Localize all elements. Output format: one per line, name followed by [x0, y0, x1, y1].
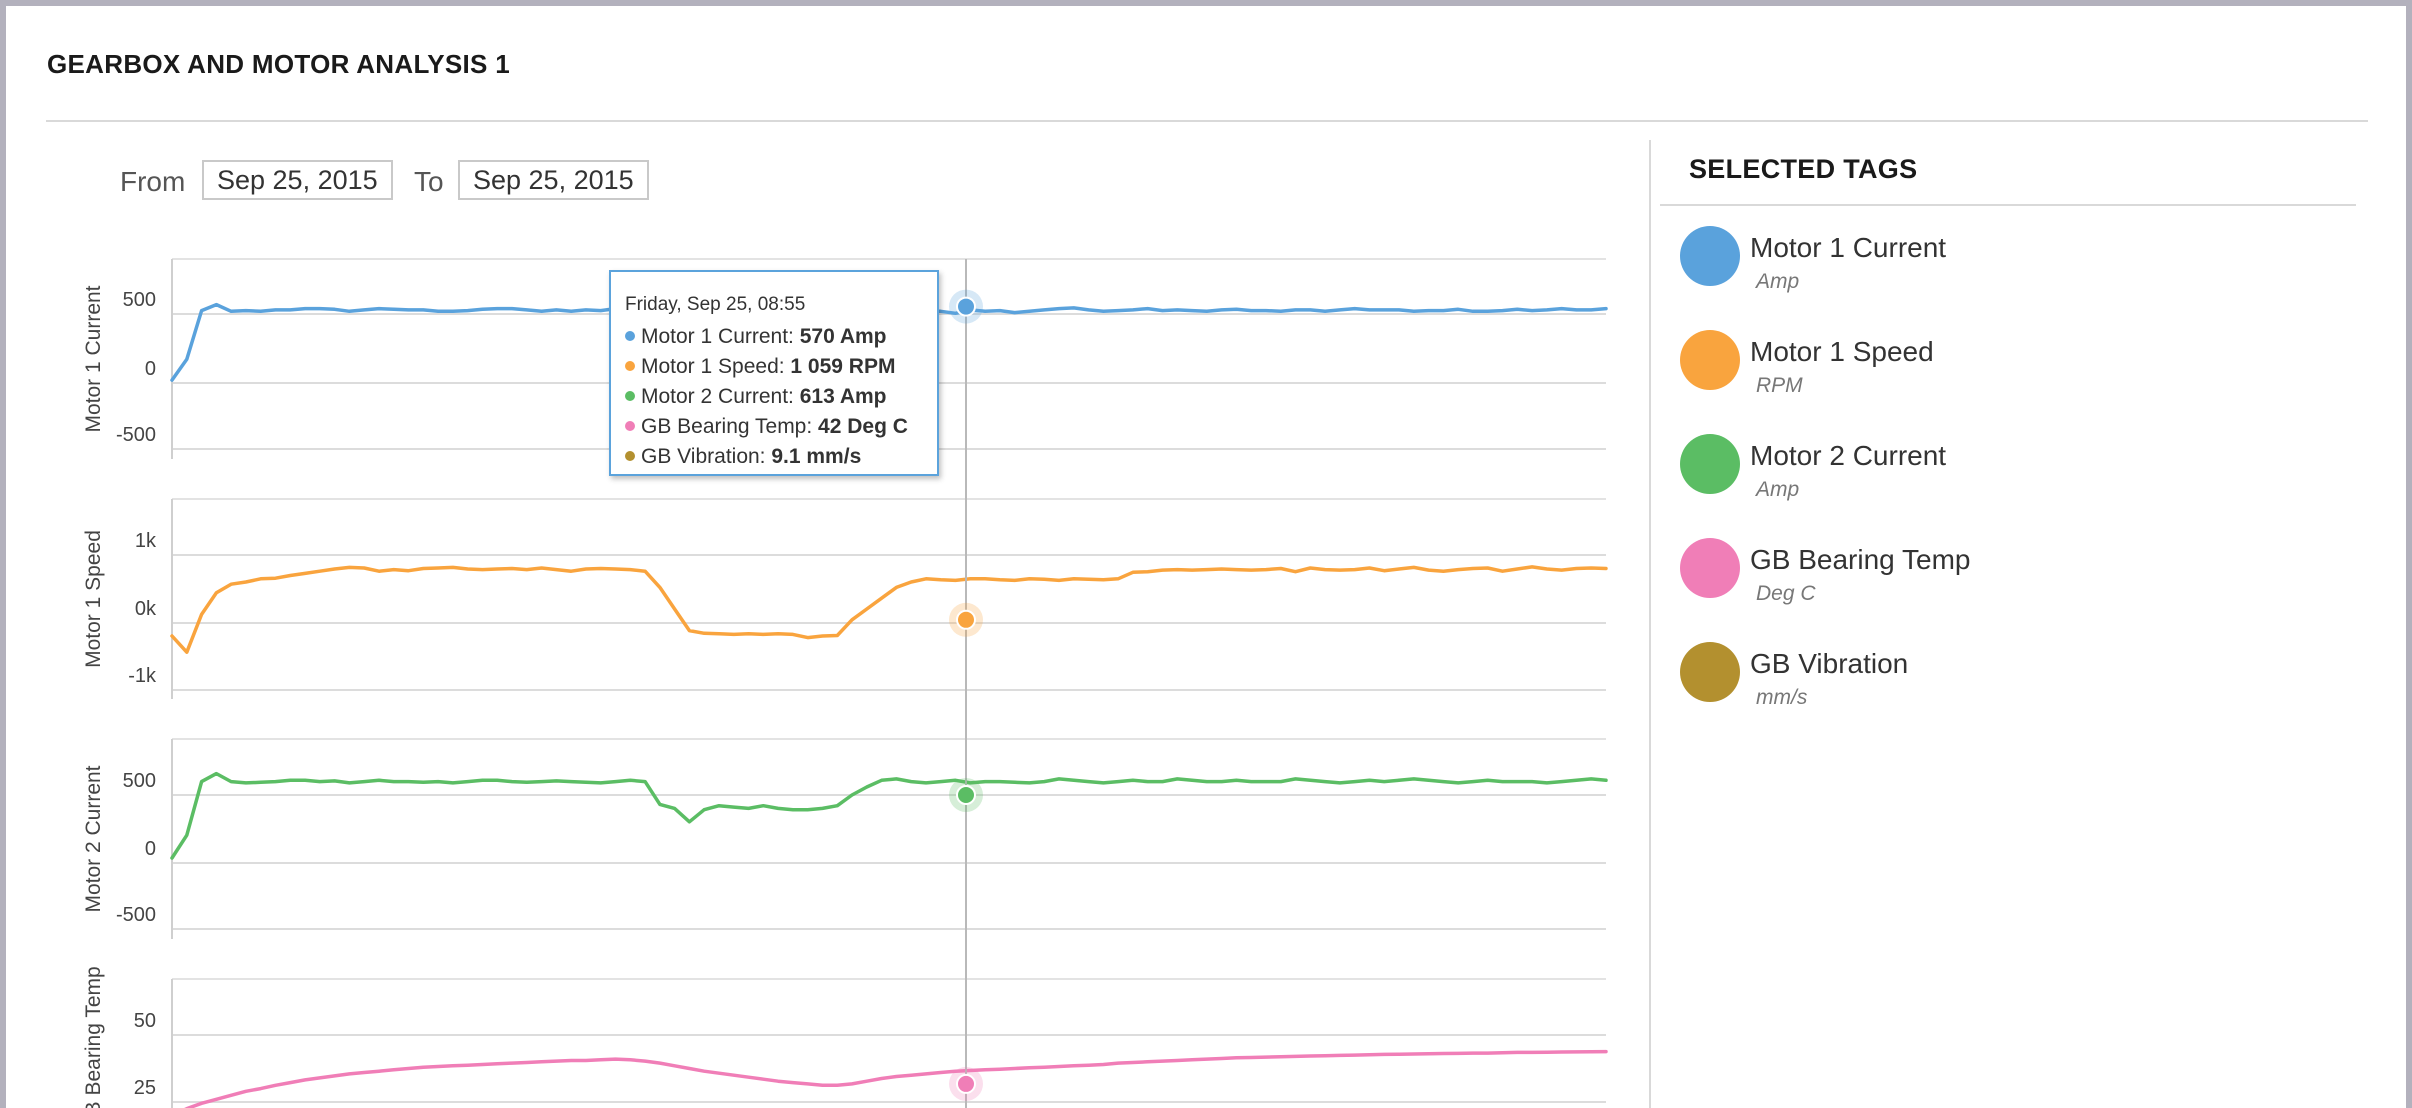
tag-name: Motor 1 Speed	[1750, 336, 1934, 367]
tag-unit: Amp	[1756, 270, 1800, 293]
tooltip-value: 613 Amp	[799, 385, 887, 408]
y-axis-title: Motor 1 Speed	[82, 530, 105, 668]
tag-unit: Amp	[1756, 478, 1800, 501]
tag-color-dot	[1680, 642, 1740, 702]
tag-unit: mm/s	[1756, 686, 1808, 709]
tooltip-value: 1 059 RPM	[790, 355, 896, 378]
tooltip-row: GB Vibration: 9.1 mm/s	[625, 445, 861, 469]
tooltip-label: Motor 1 Speed:	[641, 355, 791, 378]
selected-tags-title: SELECTED TAGS	[1689, 154, 1918, 184]
tag-name: GB Bearing Temp	[1750, 544, 1971, 575]
tooltip-label: Motor 1 Current:	[641, 325, 800, 348]
series-line	[184, 1049, 1608, 1108]
y-tick-label: 50	[134, 1010, 156, 1032]
panel-divider	[1649, 140, 1651, 1108]
tooltip-value: 570 Amp	[799, 325, 887, 348]
charts-area[interactable]: 5000-500Motor 1 Current1k0k-1kMotor 1 Sp…	[6, 6, 2406, 1108]
bullet-icon	[625, 391, 635, 401]
tooltip-label: Motor 2 Current:	[641, 385, 800, 408]
bullet-icon	[625, 331, 635, 341]
series-line	[170, 771, 1608, 860]
tag-name: Motor 2 Current	[1750, 440, 1947, 471]
tooltip-label: GB Bearing Temp:	[641, 415, 819, 438]
tag-name: Motor 1 Current	[1750, 232, 1947, 263]
tag-color-dot	[1680, 434, 1740, 494]
bullet-icon	[625, 451, 635, 461]
tags-divider	[1660, 204, 2356, 206]
tag-color-dot	[1680, 226, 1740, 286]
app-window: GEARBOX AND MOTOR ANALYSIS 1 From Sep 25…	[6, 6, 2406, 1108]
y-tick-label: 1k	[135, 530, 157, 552]
hover-point	[956, 1073, 976, 1094]
tag-unit: RPM	[1756, 374, 1803, 397]
hover-point	[956, 296, 976, 317]
tooltip-value: 9.1 mm/s	[771, 445, 862, 468]
y-tick-label: -500	[116, 424, 156, 446]
series-line	[170, 565, 1608, 654]
chart-tooltip: Friday, Sep 25, 08:55 Motor 1 Current: 5…	[609, 270, 939, 476]
y-axis-title: Motor 2 Current	[82, 765, 105, 912]
y-tick-label: 25	[134, 1077, 156, 1099]
y-tick-label: 500	[123, 289, 156, 311]
y-axis-title: GB Bearing Temp	[82, 966, 105, 1108]
tag-name: GB Vibration	[1750, 648, 1909, 679]
y-axis-title: Motor 1 Current	[82, 285, 105, 432]
tooltip-label: GB Vibration:	[641, 445, 772, 468]
y-tick-label: -500	[116, 904, 156, 926]
bullet-icon	[625, 361, 635, 371]
tooltip-row: Motor 1 Current: 570 Amp	[625, 325, 887, 349]
hover-point	[956, 609, 976, 630]
tag-color-dot	[1680, 538, 1740, 598]
tag-color-dot	[1680, 330, 1740, 390]
tooltip-value: 42 Deg C	[818, 415, 908, 438]
y-tick-label: -1k	[128, 665, 157, 687]
y-tick-label: 0k	[135, 598, 157, 620]
y-tick-label: 0	[145, 838, 156, 860]
tag-unit: Deg C	[1756, 582, 1816, 605]
y-tick-label: 500	[123, 770, 156, 792]
tooltip-row: Motor 1 Speed: 1 059 RPM	[625, 355, 895, 379]
y-tick-label: 0	[145, 358, 156, 380]
tooltip-date: Friday, Sep 25, 08:55	[625, 294, 806, 315]
tooltip-row: Motor 2 Current: 613 Amp	[625, 385, 887, 409]
bullet-icon	[625, 421, 635, 431]
hover-point	[956, 785, 976, 805]
tooltip-row: GB Bearing Temp: 42 Deg C	[625, 415, 908, 439]
